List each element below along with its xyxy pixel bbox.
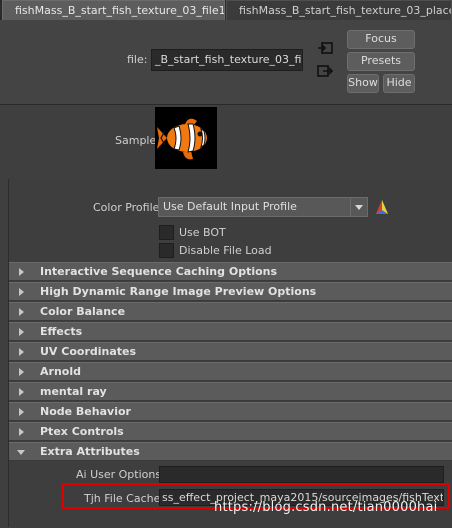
- output-connection-icon[interactable]: [317, 64, 333, 78]
- chevron-down-icon: [350, 198, 367, 216]
- focus-button[interactable]: Focus: [347, 30, 415, 49]
- watermark: https://blog.csdn.net/tian0000hai: [214, 500, 438, 515]
- file-label: file:: [127, 53, 148, 66]
- disable-file-load-label: Disable File Load: [179, 244, 272, 257]
- presets-button[interactable]: Presets: [347, 52, 415, 71]
- tab-place2d[interactable]: fishMass_B_start_fish_texture_03_place2d: [226, 0, 452, 20]
- section-ptex-controls[interactable]: Ptex Controls: [9, 422, 452, 441]
- section-effects[interactable]: Effects: [9, 322, 452, 341]
- ai-user-options-field[interactable]: [159, 466, 444, 483]
- section-uv-coordinates[interactable]: UV Coordinates: [9, 342, 452, 361]
- color-profile-value: Use Default Input Profile: [163, 200, 297, 213]
- sample-swatch: [155, 107, 217, 169]
- hide-button[interactable]: Hide: [383, 74, 415, 93]
- tab-file1[interactable]: fishMass_B_start_fish_texture_03_file1: [2, 0, 225, 20]
- collapse-triangle-icon: [17, 450, 25, 455]
- expand-triangle-icon: [19, 348, 24, 356]
- color-management-icon[interactable]: [373, 198, 391, 216]
- expand-triangle-icon: [19, 408, 24, 416]
- sample-label: Sample: [115, 134, 157, 147]
- use-bot-checkbox[interactable]: [159, 225, 174, 240]
- color-profile-dropdown[interactable]: Use Default Input Profile: [158, 197, 368, 217]
- section-extra-attributes[interactable]: Extra Attributes: [9, 442, 452, 461]
- show-button[interactable]: Show: [347, 74, 379, 93]
- section-node-behavior[interactable]: Node Behavior: [9, 402, 452, 421]
- expand-triangle-icon: [19, 308, 24, 316]
- use-bot-label: Use BOT: [179, 226, 226, 239]
- tab-bar: fishMass_B_start_fish_texture_03_file1 f…: [0, 0, 452, 20]
- expand-triangle-icon: [19, 368, 24, 376]
- expand-triangle-icon: [19, 428, 24, 436]
- disable-file-load-checkbox[interactable]: [159, 243, 174, 258]
- section-interactive-sequence-caching[interactable]: Interactive Sequence Caching Options: [9, 262, 452, 281]
- section-mental-ray[interactable]: mental ray: [9, 382, 452, 401]
- ai-user-options-label: Ai User Options: [76, 468, 162, 481]
- input-connection-icon[interactable]: [317, 41, 333, 55]
- expand-triangle-icon: [19, 388, 24, 396]
- expand-triangle-icon: [19, 288, 24, 296]
- section-arnold[interactable]: Arnold: [9, 362, 452, 381]
- expand-triangle-icon: [19, 328, 24, 336]
- expand-triangle-icon: [19, 268, 24, 276]
- section-color-balance[interactable]: Color Balance: [9, 302, 452, 321]
- color-profile-label: Color Profile: [93, 201, 160, 214]
- clownfish-image: [157, 118, 207, 160]
- section-hdr-image-preview[interactable]: High Dynamic Range Image Preview Options: [9, 282, 452, 301]
- file-name-field[interactable]: _B_start_fish_texture_03_file1: [151, 49, 303, 71]
